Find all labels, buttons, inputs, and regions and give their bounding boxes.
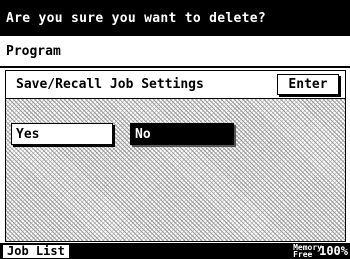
divider (0, 66, 350, 68)
panel-title: Save/Recall Job Settings (16, 77, 204, 92)
job-settings-panel: Save/Recall Job Settings Enter Yes No (5, 70, 346, 242)
memory-indicator: Memory Free 100% (293, 243, 348, 259)
job-list-button[interactable]: Job List (2, 244, 70, 259)
status-bar: Job List Memory Free 100% (0, 243, 350, 259)
memory-value: 100% (319, 244, 348, 258)
panel-header: Save/Recall Job Settings Enter (6, 71, 345, 99)
memory-label: Memory Free (293, 243, 322, 259)
program-label: Program (6, 44, 61, 59)
dialog-title: Are you sure you want to delete? (6, 10, 267, 26)
no-button[interactable]: No (130, 123, 234, 145)
yes-button[interactable]: Yes (11, 123, 113, 145)
enter-button[interactable]: Enter (277, 74, 339, 95)
dialog-title-bar: Are you sure you want to delete? (0, 0, 350, 36)
